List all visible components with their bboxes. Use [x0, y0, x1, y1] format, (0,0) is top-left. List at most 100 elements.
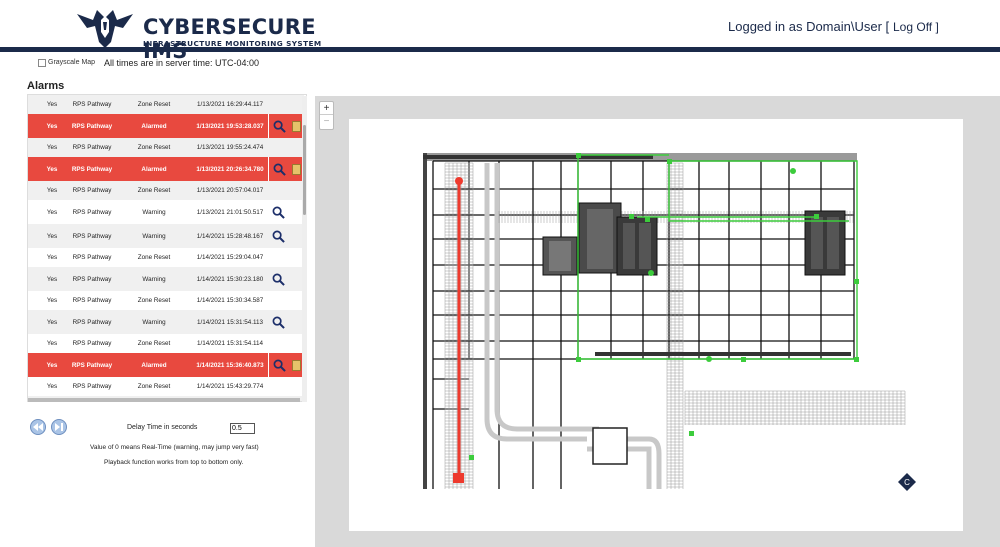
alarm-cell-type: Warning — [142, 208, 166, 216]
playback-direction-note: Playback function works from top to bott… — [104, 459, 244, 466]
locate-on-map-button[interactable] — [268, 114, 290, 138]
alarm-cell-name: RPS Pathway — [72, 232, 112, 240]
alarm-table-hscroll[interactable] — [28, 398, 300, 402]
alarm-cell-type: Warning — [142, 275, 166, 283]
alarm-cell-type: Warning — [142, 318, 166, 326]
play-forward-button[interactable] — [51, 419, 67, 435]
alarm-cell-ack: Yes — [46, 144, 58, 151]
alarm-cell-type: Alarmed — [141, 361, 167, 369]
alarm-cell-name: RPS Pathway — [72, 297, 112, 304]
alarm-cell-time: 1/13/2021 20:57:04.017 — [196, 187, 264, 194]
alarm-cell-type: Zone Reset — [137, 383, 171, 390]
alarm-cell-time: 1/13/2021 19:53:28.037 — [196, 122, 264, 130]
alarm-row[interactable]: Yes RPS Pathway Zone Reset 1/13/2021 19:55:… — [28, 138, 304, 157]
alarm-cell-time: 1/14/2021 15:31:54.113 — [196, 318, 264, 326]
alarm-row[interactable]: Yes RPS Pathway Warning 1/14/2021 15:30:23.… — [28, 267, 304, 291]
alarm-cell-ack: Yes — [46, 208, 58, 216]
alarm-cell-type: Alarmed — [141, 122, 167, 130]
locate-on-map-button[interactable] — [268, 310, 288, 334]
magnifier-icon — [272, 206, 285, 219]
alarm-row[interactable]: Yes RPS Pathway Zone Reset 1/13/2021 20:57:… — [28, 181, 304, 200]
clipboard-icon — [291, 163, 301, 175]
zoom-in-button[interactable]: + — [320, 102, 333, 115]
alarm-cell-time: 1/14/2021 15:30:23.180 — [196, 275, 264, 283]
alarm-cell-time: 1/13/2021 19:55:24.474 — [196, 144, 264, 151]
locate-on-map-button[interactable] — [268, 200, 288, 224]
alarm-cell-name: RPS Pathway — [72, 383, 112, 390]
alarm-table-vscroll-thumb[interactable] — [303, 125, 306, 215]
server-time-info: All times are in server time: UTC-04:00 — [104, 58, 260, 68]
alarm-cell-ack: Yes — [46, 340, 58, 347]
alarm-row[interactable]: Yes RPS Pathway Zone Reset 1/14/2021 15:30:… — [28, 291, 304, 310]
clipboard-icon — [291, 359, 301, 371]
locate-on-map-button[interactable] — [268, 353, 290, 377]
alarm-cell-time: 1/14/2021 15:43:29.774 — [196, 383, 264, 390]
alarm-cell-name: RPS Pathway — [72, 208, 112, 216]
alarm-cell-name: RPS Pathway — [72, 318, 112, 326]
floor-plan[interactable]: C — [349, 119, 963, 531]
cybersecure-logo: CYBERSECURE IMS INFRASTRUCTURE MONITORIN… — [75, 6, 335, 63]
alarm-cell-ack: Yes — [46, 187, 58, 194]
locate-on-map-button[interactable] — [268, 157, 290, 181]
alarm-cell-type: Zone Reset — [137, 101, 171, 108]
alarm-cell-time: 1/14/2021 15:28:48.167 — [196, 232, 264, 240]
alarm-row[interactable]: Yes RPS Pathway Warning 1/14/2021 15:31:54.… — [28, 310, 304, 334]
app-header: CYBERSECURE IMS INFRASTRUCTURE MONITORIN… — [0, 0, 1000, 63]
alarm-row[interactable]: Yes RPS Pathway Zone Reset 1/14/2021 15:31:… — [28, 334, 304, 353]
floor-plan-sheet: C — [349, 119, 963, 531]
alarm-cell-time: 1/14/2021 15:30:34.587 — [196, 297, 264, 304]
locate-on-map-button[interactable] — [268, 224, 288, 248]
alarm-cell-ack: Yes — [46, 122, 58, 130]
alarm-row[interactable]: Yes RPS Pathway Zone Reset 1/14/2021 15:43:… — [28, 377, 304, 396]
zoom-control: + − — [319, 101, 334, 130]
alarm-cell-ack: Yes — [46, 297, 58, 304]
eagle-shield-icon — [77, 10, 133, 48]
alarm-cell-ack: Yes — [46, 383, 58, 390]
alarm-cell-type: Zone Reset — [137, 297, 171, 304]
alarm-cell-name: RPS Pathway — [72, 254, 112, 261]
magnifier-icon — [272, 273, 285, 286]
alarm-cell-time: 1/14/2021 15:36:40.873 — [196, 361, 264, 369]
alarm-row[interactable]: Yes RPS Pathway Warning 1/13/2021 21:01:50.… — [28, 200, 304, 224]
alarms-title: Alarms — [27, 80, 65, 92]
alarm-cell-name: RPS Pathway — [72, 101, 112, 108]
alarm-cell-ack: Yes — [46, 232, 58, 240]
acknowledge-button[interactable] — [290, 353, 302, 377]
rewind-button[interactable] — [30, 419, 46, 435]
magnifier-icon — [273, 359, 286, 372]
alarm-cell-name: RPS Pathway — [71, 165, 113, 173]
alarm-row-alarmed[interactable]: Yes RPS Pathway Alarmed 1/14/2021 15:36:40.… — [28, 353, 304, 377]
alarm-cell-ack: Yes — [46, 101, 58, 108]
logoff-link[interactable]: Log Off ] — [893, 20, 939, 34]
zoom-out-button[interactable]: − — [320, 115, 333, 128]
alarm-cell-type: Zone Reset — [137, 187, 171, 194]
logged-in-user: Logged in as Domain\User [ — [728, 19, 890, 34]
compass-marker: C — [898, 473, 916, 491]
alarm-row-alarmed[interactable]: Yes RPS Pathway Alarmed 1/13/2021 19:53:28.… — [28, 114, 304, 138]
acknowledge-button[interactable] — [290, 114, 302, 138]
alarm-cell-ack: Yes — [46, 275, 58, 283]
alarm-row[interactable]: Yes RPS Pathway Warning 1/14/2021 15:28:48.… — [28, 224, 304, 248]
grayscale-map-checkbox[interactable] — [38, 59, 46, 67]
alarm-row[interactable]: Yes RPS Pathway Zone Reset 1/13/2021 16:29:… — [28, 95, 304, 114]
alarm-cell-type: Zone Reset — [137, 254, 171, 261]
magnifier-icon — [273, 120, 286, 133]
alarm-cell-time: 1/13/2021 20:26:34.780 — [196, 165, 264, 173]
alarm-cell-ack: Yes — [46, 361, 58, 369]
locate-on-map-button[interactable] — [268, 267, 288, 291]
alarm-row[interactable]: Yes RPS Pathway Zone Reset 1/14/2021 15:29:… — [28, 248, 304, 267]
alarm-cell-ack: Yes — [46, 318, 58, 326]
alarm-row-alarmed[interactable]: Yes RPS Pathway Alarmed 1/13/2021 20:26:34.… — [28, 157, 304, 181]
acknowledge-button[interactable] — [290, 157, 302, 181]
alarm-cell-name: RPS Pathway — [71, 122, 113, 130]
alarm-cell-type: Warning — [142, 232, 166, 240]
alarm-cell-name: RPS Pathway — [72, 144, 112, 151]
alarm-cell-name: RPS Pathway — [72, 187, 112, 194]
app-subtitle: INFRASTRUCTURE MONITORING SYSTEM — [143, 39, 322, 48]
alarm-cell-ack: Yes — [46, 254, 58, 261]
alarm-cell-type: Alarmed — [141, 165, 167, 173]
delay-time-input[interactable] — [230, 423, 255, 434]
alarm-cell-type: Zone Reset — [137, 144, 171, 151]
alarm-cell-name: RPS Pathway — [72, 340, 112, 347]
alarm-cell-type: Zone Reset — [137, 340, 171, 347]
